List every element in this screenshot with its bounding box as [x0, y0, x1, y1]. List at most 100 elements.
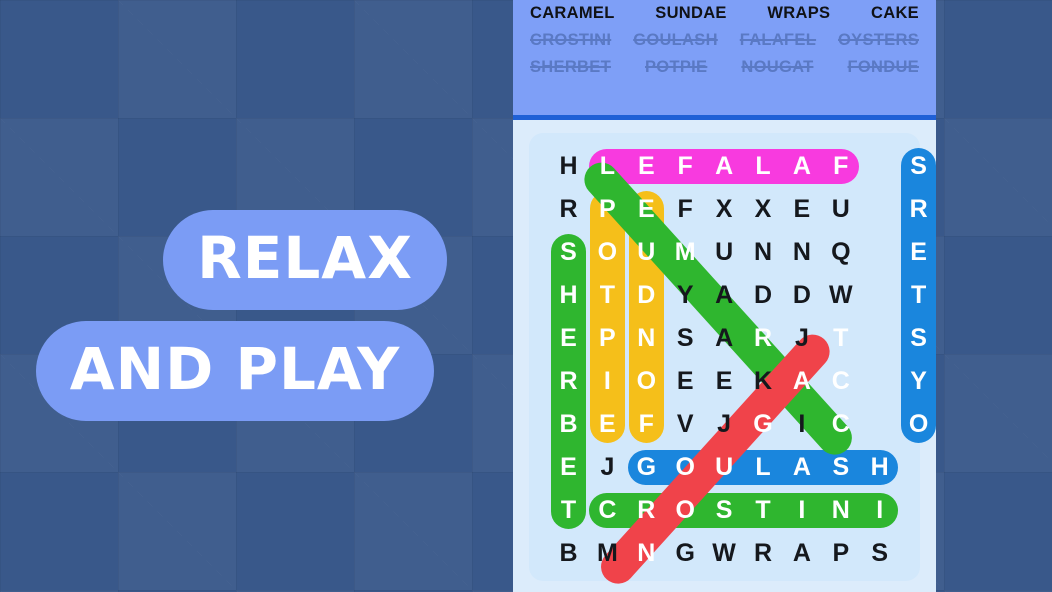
- grid-cell[interactable]: N: [746, 231, 781, 274]
- grid-cell[interactable]: U: [629, 231, 664, 274]
- grid-cell[interactable]: S: [668, 317, 703, 360]
- grid-cell[interactable]: I: [784, 489, 819, 532]
- grid-cell[interactable]: W: [707, 532, 742, 575]
- grid-cell[interactable]: U: [707, 446, 742, 489]
- grid-cell[interactable]: I: [862, 489, 897, 532]
- grid-cell[interactable]: W: [823, 274, 858, 317]
- grid-cell[interactable]: I: [590, 360, 625, 403]
- grid-cell[interactable]: R: [746, 532, 781, 575]
- grid-cell[interactable]: N: [629, 532, 664, 575]
- word-list-row: CROSTINI GOULASH FALAFEL OYSTERS: [519, 31, 930, 50]
- grid-cell[interactable]: T: [746, 489, 781, 532]
- word-list-item-found: FALAFEL: [739, 31, 817, 49]
- grid-cell[interactable]: L: [746, 145, 781, 188]
- grid-cell[interactable]: O: [668, 446, 703, 489]
- grid-cell[interactable]: E: [668, 360, 703, 403]
- grid-cell[interactable]: E: [707, 360, 742, 403]
- grid-cell[interactable]: S: [551, 231, 586, 274]
- grid-cell[interactable]: A: [707, 274, 742, 317]
- grid-cell[interactable]: R: [746, 317, 781, 360]
- grid-cell[interactable]: T: [590, 274, 625, 317]
- grid-cell[interactable]: E: [901, 231, 936, 274]
- grid-cell[interactable]: O: [668, 489, 703, 532]
- grid-cell[interactable]: U: [823, 188, 858, 231]
- grid-cell[interactable]: P: [823, 532, 858, 575]
- grid-cell[interactable]: R: [901, 188, 936, 231]
- grid-cell[interactable]: B: [551, 532, 586, 575]
- grid-cell[interactable]: Y: [901, 360, 936, 403]
- grid-cell[interactable]: O: [629, 360, 664, 403]
- grid-cell[interactable]: F: [823, 145, 858, 188]
- grid-cell[interactable]: X: [746, 188, 781, 231]
- grid-cell[interactable]: F: [668, 145, 703, 188]
- grid-cell[interactable]: D: [746, 274, 781, 317]
- word-list-item-found: CROSTINI: [530, 31, 612, 49]
- grid-cell[interactable]: F: [668, 188, 703, 231]
- grid-cell[interactable]: R: [629, 489, 664, 532]
- grid-cell[interactable]: J: [707, 403, 742, 446]
- grid-cell[interactable]: O: [590, 231, 625, 274]
- grid-cell[interactable]: E: [629, 188, 664, 231]
- grid-cell[interactable]: P: [590, 317, 625, 360]
- grid-cell[interactable]: P: [590, 188, 625, 231]
- letter-grid[interactable]: HLEFALAFSRPEFXXEURSOUMUNNQEHTDYADDWTEPNS…: [551, 145, 936, 591]
- grid-cell[interactable]: G: [746, 403, 781, 446]
- grid-cell[interactable]: A: [707, 317, 742, 360]
- grid-cell[interactable]: U: [707, 231, 742, 274]
- grid-cell[interactable]: N: [629, 317, 664, 360]
- grid-cell[interactable]: D: [784, 274, 819, 317]
- grid-cell[interactable]: M: [590, 532, 625, 575]
- grid-cell[interactable]: E: [784, 188, 819, 231]
- grid-cell[interactable]: S: [707, 489, 742, 532]
- grid-cell[interactable]: E: [551, 446, 586, 489]
- grid-cell[interactable]: E: [551, 317, 586, 360]
- grid-cell[interactable]: V: [668, 403, 703, 446]
- grid-cell[interactable]: E: [590, 403, 625, 446]
- word-list-bar: CARAMEL SUNDAE WRAPS CAKE CROSTINI GOULASH FAL…: [513, 0, 936, 120]
- grid-cell[interactable]: J: [590, 446, 625, 489]
- grid-cell[interactable]: L: [590, 145, 625, 188]
- grid-cell[interactable]: D: [629, 274, 664, 317]
- word-list-item-found: FONDUE: [847, 58, 919, 76]
- grid-cell[interactable]: E: [629, 145, 664, 188]
- word-list-item-found: OYSTERS: [838, 31, 919, 49]
- grid-cell[interactable]: H: [862, 446, 897, 489]
- grid-cell[interactable]: A: [784, 145, 819, 188]
- grid-cell[interactable]: Y: [668, 274, 703, 317]
- grid-cell[interactable]: R: [551, 188, 586, 231]
- grid-cell[interactable]: X: [707, 188, 742, 231]
- grid-cell[interactable]: A: [784, 532, 819, 575]
- grid-cell[interactable]: F: [629, 403, 664, 446]
- grid-cell[interactable]: H: [551, 145, 586, 188]
- grid-cell[interactable]: C: [823, 403, 858, 446]
- grid-cell[interactable]: A: [707, 145, 742, 188]
- grid-cell[interactable]: O: [901, 403, 936, 446]
- word-list-item: SUNDAE: [655, 4, 727, 22]
- grid-cell[interactable]: Q: [823, 231, 858, 274]
- grid-cell[interactable]: J: [784, 317, 819, 360]
- grid-cell[interactable]: G: [629, 446, 664, 489]
- grid-cell[interactable]: N: [823, 489, 858, 532]
- grid-cell[interactable]: K: [746, 360, 781, 403]
- grid-cell[interactable]: G: [668, 532, 703, 575]
- word-list-item: CAKE: [871, 4, 919, 22]
- grid-cell[interactable]: S: [823, 446, 858, 489]
- grid-cell[interactable]: R: [551, 360, 586, 403]
- grid-cell[interactable]: S: [862, 532, 897, 575]
- grid-cell[interactable]: B: [551, 403, 586, 446]
- grid-cell[interactable]: H: [551, 274, 586, 317]
- grid-cell[interactable]: N: [784, 231, 819, 274]
- grid-cell[interactable]: C: [590, 489, 625, 532]
- grid-cell[interactable]: A: [784, 360, 819, 403]
- grid-cell[interactable]: T: [551, 489, 586, 532]
- grid-cell[interactable]: T: [823, 317, 858, 360]
- grid-cell[interactable]: A: [784, 446, 819, 489]
- grid-cell[interactable]: I: [784, 403, 819, 446]
- grid-cell[interactable]: T: [901, 274, 936, 317]
- grid-cell[interactable]: L: [746, 446, 781, 489]
- word-search-board[interactable]: HLEFALAFSRPEFXXEURSOUMUNNQEHTDYADDWTEPNS…: [529, 133, 936, 591]
- grid-cell[interactable]: S: [901, 317, 936, 360]
- grid-cell[interactable]: M: [668, 231, 703, 274]
- grid-cell[interactable]: C: [823, 360, 858, 403]
- grid-cell[interactable]: S: [901, 145, 936, 188]
